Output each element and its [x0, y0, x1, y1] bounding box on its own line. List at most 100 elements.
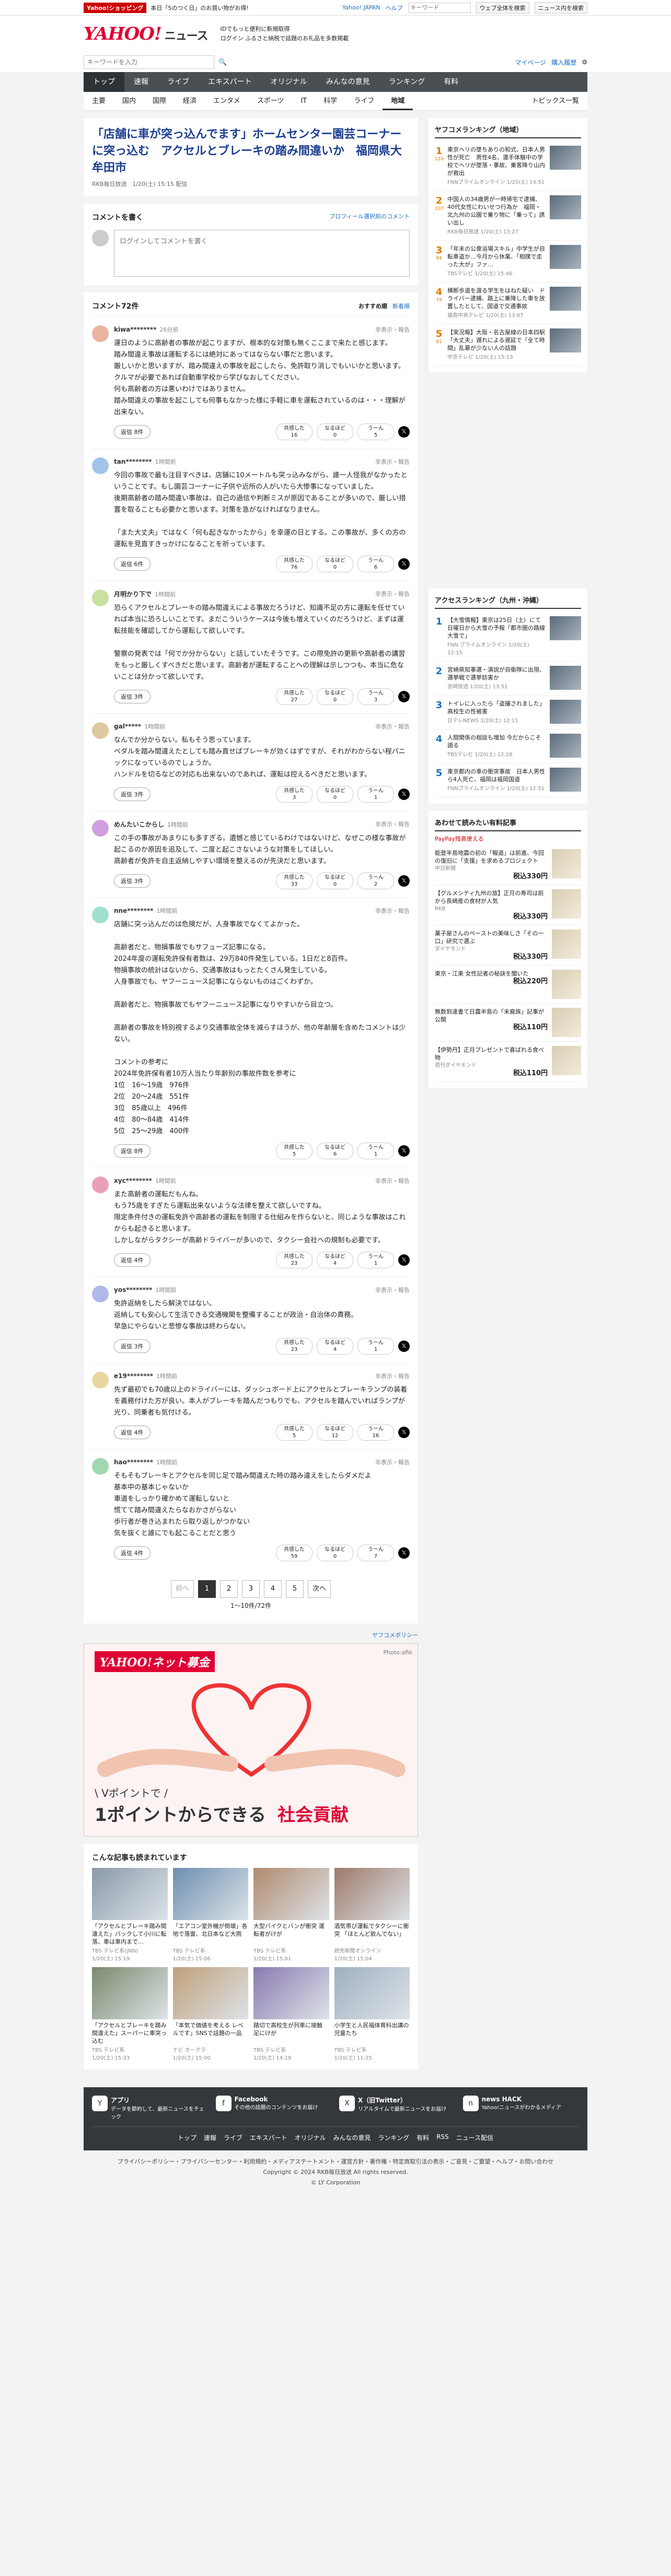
disagree-button[interactable]: うーん 1 [357, 1338, 394, 1355]
recommend-item[interactable]: 「アクセルとブレーキを踏み間違えた」スーパーに車突っ込む TBS テレビ系 1/20… [92, 1967, 168, 2061]
profile-link[interactable]: プロフィール選択前のコメント [329, 212, 410, 222]
paid-item[interactable]: 東京・江東 女性記者の秘訣を聞いた 税込220円 [435, 966, 581, 1004]
agree-button[interactable]: 共感した 23 [276, 1338, 313, 1355]
comment-user[interactable]: めんたいこからし [114, 821, 164, 828]
recommend-item[interactable]: 「本気で価値を考える レベルです」SNSで話題の一品 ナビ オークラ 1/20(土)… [172, 1967, 248, 2061]
nav-sub-3[interactable]: 経済 [175, 92, 205, 110]
nav-main-5[interactable]: みんなの意見 [317, 72, 379, 92]
footer-nav-8[interactable]: RSS [436, 2133, 449, 2142]
footer-app[interactable]: X X（旧Twitter） リアルタイムで最新ニュースをお届け [339, 2096, 456, 2120]
nav-main-7[interactable]: 有料 [434, 72, 468, 92]
gear-icon[interactable]: ⚙ [582, 58, 587, 66]
comment-textarea[interactable] [114, 230, 410, 277]
access-item[interactable]: 5 東京都内の車の衝突事故 日本人男性ら4人死亡、福岡は福岡国道 FNNプライムオン… [435, 763, 581, 797]
disagree-button[interactable]: うーん 5 [357, 424, 394, 440]
sort-newest[interactable]: 新着順 [392, 302, 410, 310]
ranking-item[interactable]: 4 79 横断歩道を渡る学生をはねた疑い ドライバー逮捕、路上に乗降した車を放置した… [435, 283, 581, 324]
pager-next[interactable]: 次へ [308, 1580, 331, 1598]
nav-sub-7[interactable]: 科学 [315, 92, 345, 110]
nav-sub-8[interactable]: ライフ [345, 92, 383, 110]
comment-user[interactable]: 月明かり下で [114, 591, 152, 598]
comment-user[interactable]: tan******** [114, 458, 152, 465]
report-link[interactable]: 非表示・報告 [375, 1372, 410, 1380]
recommend-item[interactable]: 酒気帯び運転でタクシーに衝突 「ほとんど飲んでない」 読売新聞オンライン 1/20(… [334, 1868, 410, 1962]
ranking-item[interactable]: 2 107 中国人の34歳男が一時帰宅で逮捕、40代女性にわいせつ行為か 福岡・北九… [435, 191, 581, 241]
recommend-item[interactable]: 小学生と人民福体育科出講の児童たち TBS テレビ系 1/20(土) 11:25 [334, 1967, 410, 2061]
disagree-button[interactable]: うーん 6 [357, 556, 394, 572]
pager-page-5[interactable]: 5 [286, 1580, 304, 1598]
report-link[interactable]: 非表示・報告 [375, 590, 410, 598]
access-item[interactable]: 4 人間関係の相談も増加 今だからこそ語る TBSテレビ 1/20(土) 12:28 [435, 730, 581, 763]
think-button[interactable]: なるほど 0 [317, 1545, 353, 1561]
recommend-item[interactable]: 踏切で高校生が列車に接触 足にけが TBS テレビ系 1/20(土) 14:19 [253, 1967, 329, 2061]
purchase-history-link[interactable]: 購入履歴 [551, 58, 576, 67]
recommend-item[interactable]: 「エアコン室外機が倒壊」各地で落雷、北日本など大雨 TBS テレビ系 1/20(土)… [172, 1868, 248, 1962]
ranking-item[interactable]: 1 116 東京ヘリの墜ちありの和式、日本人男性が死亡 男性4名、運手体験中の学校で… [435, 142, 581, 191]
x-share-icon[interactable]: 𝕏 [398, 426, 410, 438]
x-share-icon[interactable]: 𝕏 [398, 558, 410, 570]
agree-button[interactable]: 共感した 3 [276, 786, 313, 803]
report-link[interactable]: 非表示・報告 [375, 907, 410, 915]
x-share-icon[interactable]: 𝕏 [398, 1427, 410, 1438]
think-button[interactable]: なるほど 12 [317, 1424, 353, 1441]
think-button[interactable]: なるほど 4 [317, 1252, 353, 1268]
disagree-button[interactable]: うーん 1 [357, 1143, 394, 1159]
sort-recommended[interactable]: おすすめ順 [358, 302, 387, 310]
disagree-button[interactable]: うーん 1 [357, 786, 394, 803]
yahoo-news-logo[interactable]: YAHOO! ニュース [84, 23, 209, 44]
x-share-icon[interactable]: 𝕏 [398, 1254, 410, 1266]
nav-main-2[interactable]: ライブ [158, 72, 199, 92]
think-button[interactable]: なるほど 4 [317, 1338, 353, 1355]
footer-app[interactable]: n news HACK Yahoo!ニュースがわかるメディア [462, 2096, 580, 2120]
nav-main-0[interactable]: トップ [84, 72, 124, 92]
think-button[interactable]: なるほど 0 [317, 786, 353, 803]
policy-link[interactable]: ヤフコメポリシー [372, 1632, 418, 1639]
ad-banner[interactable]: YAHOO!ネット募金 Photo:aflo \ Vポイントで / 1ポイントか… [84, 1643, 418, 1837]
agree-button[interactable]: 共感した 16 [276, 424, 313, 440]
comment-user[interactable]: hao******** [114, 1458, 153, 1466]
reply-button[interactable]: 返信 4件 [114, 1546, 151, 1560]
agree-button[interactable]: 共感した 33 [276, 873, 313, 889]
reply-button[interactable]: 返信 3件 [114, 787, 151, 801]
report-link[interactable]: 非表示・報告 [375, 820, 410, 829]
promo-search-input[interactable] [408, 2, 471, 13]
legal-links[interactable]: プライバシーポリシー・プライバシーセンター・利用規約・メディアステートメント・運… [0, 2157, 671, 2167]
login-message[interactable]: ログイン ふるさと納税で話題のお礼品を多数掲載 [221, 34, 349, 43]
comment-user[interactable]: yos******** [114, 1286, 152, 1293]
report-link[interactable]: 非表示・報告 [375, 1177, 410, 1185]
footer-nav-6[interactable]: ランキング [378, 2133, 410, 2142]
report-link[interactable]: 非表示・報告 [375, 1286, 410, 1294]
comment-user[interactable]: nne******** [114, 907, 153, 914]
comment-user[interactable]: gal***** [114, 723, 141, 730]
pager-page-2[interactable]: 2 [220, 1580, 238, 1598]
footer-nav-4[interactable]: オリジナル [295, 2133, 326, 2142]
access-item[interactable]: 2 宮崎県知事選・演説が自衛隊に出現、選挙戦で選挙妨害か 宮崎放送 1/20(土) … [435, 662, 581, 696]
nav-sub-0[interactable]: 主要 [84, 92, 114, 110]
footer-nav-7[interactable]: 有料 [417, 2133, 429, 2142]
yahoo-japan-link[interactable]: Yahoo! JAPAN [342, 4, 380, 11]
nav-sub-9[interactable]: 地域 [383, 92, 413, 110]
agree-button[interactable]: 共感した 5 [276, 1143, 313, 1159]
footer-nav-9[interactable]: ニュース配信 [456, 2133, 493, 2142]
think-button[interactable]: なるほど 6 [317, 1143, 353, 1159]
disagree-button[interactable]: うーん 1 [357, 1252, 394, 1268]
promo-text[interactable]: 本日「5のつく日」のお買い物がお得! [151, 4, 248, 12]
nav-sub-6[interactable]: IT [292, 92, 315, 110]
recommend-item[interactable]: 大型バイクとバンが衝突 運転者がけが TBS テレビ系 1/20(土) 15:01 [253, 1868, 329, 1962]
reply-button[interactable]: 返信 6件 [114, 557, 151, 571]
footer-nav-2[interactable]: ライブ [224, 2133, 242, 2142]
x-share-icon[interactable]: 𝕏 [398, 691, 410, 702]
comment-user[interactable]: xyc******** [114, 1177, 152, 1184]
think-button[interactable]: なるほど 0 [317, 424, 353, 440]
footer-nav-0[interactable]: トップ [178, 2133, 196, 2142]
paid-item[interactable]: 能登半島地震の初の「報道」は前進、今回の復旧に「支援」を求めるプロジェクト 中日新… [435, 845, 581, 885]
reply-button[interactable]: 返信 3件 [114, 874, 151, 888]
agree-button[interactable]: 共感した 23 [276, 1252, 313, 1268]
comment-user[interactable]: e19******** [114, 1372, 153, 1380]
agree-button[interactable]: 共感した 27 [276, 688, 313, 705]
paid-item[interactable]: 【グルメシティ九州の旅】正月の寿司は前から長崎産の食材が人気 RKB 税込330円 [435, 885, 581, 925]
mypage-link[interactable]: マイページ [515, 58, 546, 67]
paid-item[interactable]: 【伊勢丹】正月プレゼントで喜ばれる食べ物 週刊ダイヤモンド 税込110円 [435, 1042, 581, 1082]
promo-tag[interactable]: Yahoo!ショッピング [84, 2, 147, 13]
reply-button[interactable]: 返信 8件 [114, 1144, 151, 1158]
